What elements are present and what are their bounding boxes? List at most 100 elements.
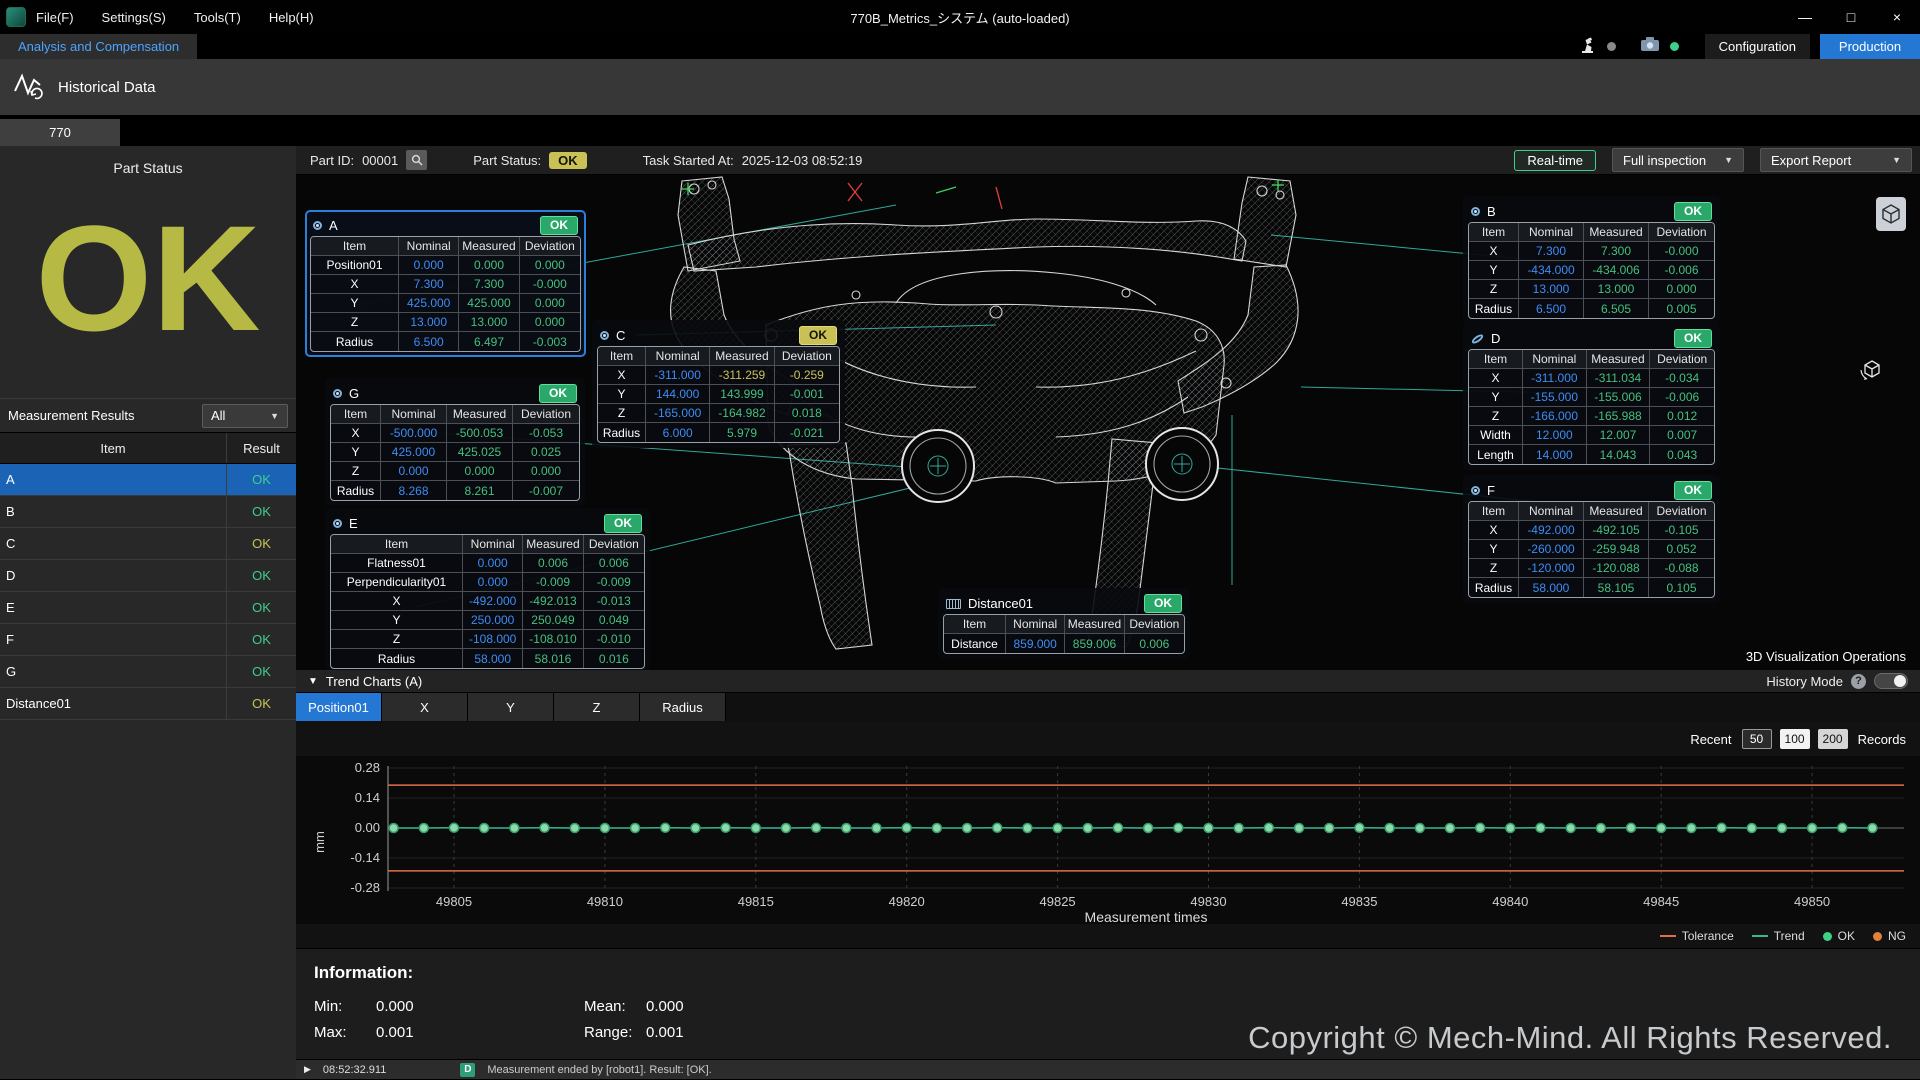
left-panel: 770 Part Status OK Measurement Results A… bbox=[0, 116, 296, 1079]
svg-text:49825: 49825 bbox=[1040, 894, 1076, 909]
camera-status-dot bbox=[1670, 42, 1679, 51]
export-report-value: Export Report bbox=[1771, 153, 1851, 168]
result-status: OK bbox=[226, 592, 296, 623]
info-mean: Mean:0.000 bbox=[584, 993, 1920, 1019]
configuration-button[interactable]: Configuration bbox=[1705, 34, 1810, 59]
svg-text:49830: 49830 bbox=[1190, 894, 1226, 909]
list-item-A[interactable]: AOK bbox=[0, 464, 296, 496]
legend-label: OK bbox=[1838, 929, 1855, 943]
status-badge: OK bbox=[1674, 329, 1712, 348]
chevron-down-icon: ▼ bbox=[1892, 155, 1901, 165]
feature-table-F[interactable]: FOKItemNominalMeasuredDeviationX-492.000… bbox=[1463, 475, 1720, 603]
feature-table-titlebar: DOK bbox=[1468, 328, 1715, 349]
trend-tab-radius[interactable]: Radius bbox=[640, 693, 726, 721]
collapse-caret-icon[interactable]: ▼ bbox=[308, 676, 318, 687]
historical-data-icon[interactable] bbox=[12, 69, 46, 106]
results-col-item: Item bbox=[0, 433, 226, 463]
menu-item-helph[interactable]: Help(H) bbox=[269, 10, 314, 25]
trend-tab-z[interactable]: Z bbox=[554, 693, 640, 721]
viewport-3d[interactable]: 3D Visualization Operations AOKItemNomin… bbox=[296, 175, 1920, 670]
historical-data-label[interactable]: Historical Data bbox=[58, 79, 156, 96]
trend-charts-header[interactable]: ▼ Trend Charts (A) History Mode ? bbox=[296, 670, 1920, 693]
menu-item-toolst[interactable]: Tools(T) bbox=[194, 10, 241, 25]
toolbar: Historical Data bbox=[0, 59, 1920, 116]
tab-analysis-and-compensation[interactable]: Analysis and Compensation bbox=[0, 34, 197, 59]
feature-table-A[interactable]: AOKItemNominalMeasuredDeviationPosition0… bbox=[305, 210, 586, 357]
feature-measurement-table: ItemNominalMeasuredDeviationX-311.000-31… bbox=[1468, 349, 1715, 465]
close-button[interactable]: × bbox=[1874, 0, 1920, 34]
list-item-F[interactable]: FOK bbox=[0, 624, 296, 656]
top-tab-row: Analysis and Compensation Configuration … bbox=[0, 34, 1920, 59]
tolerance-swatch-icon bbox=[1660, 935, 1676, 937]
circle-feature-icon bbox=[333, 389, 342, 398]
information-panel: Information: Min:0.000Max:0.001Mean:0.00… bbox=[296, 948, 1920, 1060]
info-label: Max: bbox=[314, 1024, 376, 1041]
trend-chart-svg: 0.280.140.00-0.14-0.28498054981049815498… bbox=[296, 756, 1920, 924]
result-item-name: F bbox=[0, 632, 226, 647]
menu-item-settingss[interactable]: Settings(S) bbox=[102, 10, 166, 25]
recent-100-button[interactable]: 100 bbox=[1780, 729, 1810, 749]
feature-table-C[interactable]: COKItemNominalMeasuredDeviationX-311.000… bbox=[592, 320, 845, 448]
export-report-dropdown[interactable]: Export Report ▼ bbox=[1760, 148, 1912, 172]
recent-label: Recent bbox=[1690, 732, 1731, 747]
inspection-mode-dropdown[interactable]: Full inspection ▼ bbox=[1612, 148, 1744, 172]
trend-tabs: Position01XYZRadius bbox=[296, 693, 1920, 722]
svg-text:49815: 49815 bbox=[738, 894, 774, 909]
feature-measurement-table: ItemNominalMeasuredDeviationX-492.000-49… bbox=[1468, 501, 1715, 598]
recent-50-button[interactable]: 50 bbox=[1742, 729, 1772, 749]
log-timestamp: 08:52:32.911 bbox=[323, 1064, 386, 1076]
circle-feature-icon bbox=[333, 519, 342, 528]
svg-text:0.28: 0.28 bbox=[355, 760, 380, 775]
svg-text:mm: mm bbox=[312, 831, 327, 853]
history-mode-toggle[interactable] bbox=[1874, 673, 1908, 689]
list-item-G[interactable]: GOK bbox=[0, 656, 296, 688]
legend-ok: OK bbox=[1823, 929, 1855, 943]
list-item-D[interactable]: DOK bbox=[0, 560, 296, 592]
tab-770[interactable]: 770 bbox=[0, 119, 120, 146]
list-item-E[interactable]: EOK bbox=[0, 592, 296, 624]
trend-tab-position01[interactable]: Position01 bbox=[296, 693, 382, 721]
results-filter-dropdown[interactable]: All ▼ bbox=[202, 404, 288, 428]
records-label: Records bbox=[1858, 732, 1906, 747]
app-logo-icon bbox=[6, 7, 26, 27]
list-item-C[interactable]: COK bbox=[0, 528, 296, 560]
feature-table-Distance01[interactable]: Distance01OKItemNominalMeasuredDeviation… bbox=[938, 588, 1190, 659]
list-item-Distance01[interactable]: Distance01OK bbox=[0, 688, 296, 720]
svg-text:49850: 49850 bbox=[1794, 894, 1830, 909]
feature-table-titlebar: COK bbox=[597, 325, 840, 346]
production-button[interactable]: Production bbox=[1820, 34, 1920, 59]
trend-chart[interactable]: 0.280.140.00-0.14-0.28498054981049815498… bbox=[296, 756, 1920, 924]
help-icon[interactable]: ? bbox=[1851, 674, 1866, 689]
expand-log-icon[interactable]: ▶ bbox=[304, 1064, 311, 1075]
view-cube-button[interactable] bbox=[1876, 197, 1906, 231]
list-item-B[interactable]: BOK bbox=[0, 496, 296, 528]
svg-text:49845: 49845 bbox=[1643, 894, 1679, 909]
info-value: 0.000 bbox=[646, 998, 684, 1015]
svg-text:49810: 49810 bbox=[587, 894, 623, 909]
recent-200-button[interactable]: 200 bbox=[1818, 729, 1848, 749]
realtime-button[interactable]: Real-time bbox=[1514, 150, 1596, 171]
search-part-button[interactable] bbox=[406, 150, 427, 170]
svg-text:-0.14: -0.14 bbox=[350, 850, 380, 865]
feature-table-B[interactable]: BOKItemNominalMeasuredDeviationX7.3007.3… bbox=[1463, 196, 1720, 324]
part-status-value: OK bbox=[0, 178, 296, 388]
feature-table-D[interactable]: DOKItemNominalMeasuredDeviationX-311.000… bbox=[1463, 323, 1720, 470]
result-status: OK bbox=[226, 656, 296, 687]
menu-item-filef[interactable]: File(F) bbox=[36, 10, 74, 25]
chevron-down-icon: ▼ bbox=[270, 411, 279, 421]
measurement-results-list: AOKBOKCOKDOKEOKFOKGOKDistance01OK bbox=[0, 464, 296, 720]
maximize-button[interactable]: □ bbox=[1828, 0, 1874, 34]
3d-visualization-operations-label[interactable]: 3D Visualization Operations bbox=[1746, 649, 1906, 664]
trend-tab-y[interactable]: Y bbox=[468, 693, 554, 721]
status-badge: OK bbox=[540, 216, 578, 235]
feature-table-E[interactable]: EOKItemNominalMeasuredDeviationFlatness0… bbox=[325, 508, 650, 670]
minimize-button[interactable]: — bbox=[1782, 0, 1828, 34]
result-status: OK bbox=[226, 624, 296, 655]
rotate-view-button[interactable] bbox=[1854, 351, 1890, 389]
feature-table-titlebar: BOK bbox=[1468, 201, 1715, 222]
feature-measurement-table: ItemNominalMeasuredDeviationX7.3007.300-… bbox=[1468, 222, 1715, 319]
feature-table-G[interactable]: GOKItemNominalMeasuredDeviationX-500.000… bbox=[325, 378, 585, 506]
recent-records-row: Recent 50 100 200 Records bbox=[296, 722, 1920, 756]
feature-label: G bbox=[349, 386, 359, 401]
trend-tab-x[interactable]: X bbox=[382, 693, 468, 721]
